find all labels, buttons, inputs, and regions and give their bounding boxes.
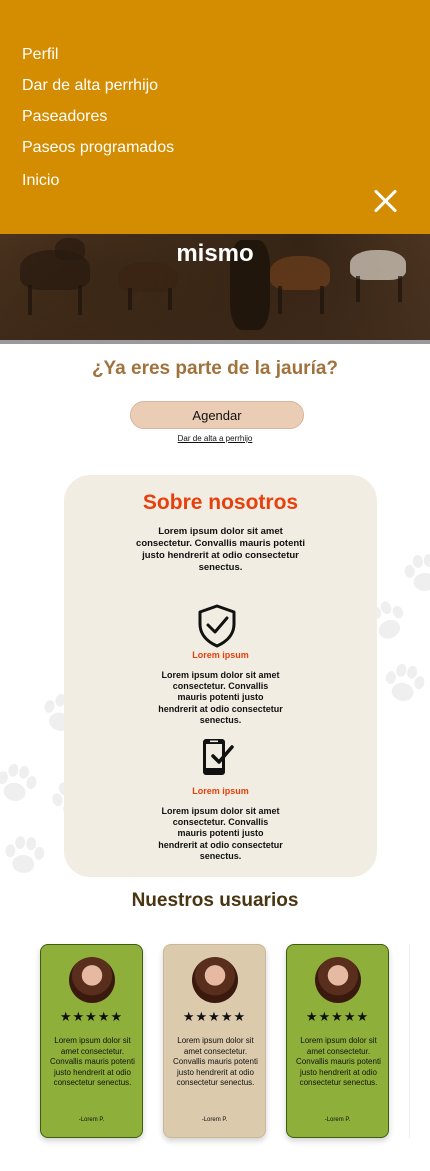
rating-stars: ★★★★★ [59, 1009, 124, 1024]
paw-icon [398, 548, 430, 600]
hero-divider [0, 340, 430, 344]
about-card: Sobre nosotros Lorem ipsum dolor sit ame… [64, 475, 377, 877]
avatar [192, 957, 238, 1003]
register-pet-link[interactable]: Dar de alta a perrhijo [0, 434, 430, 443]
users-section-title: Nuestros usuarios [131, 890, 299, 911]
avatar [315, 957, 361, 1003]
membership-question: ¿Ya eres parte de la jauría? [91, 358, 339, 379]
phone-check-icon [201, 737, 235, 777]
nav-menu: Perfil Dar de alta perrhijo Paseadores P… [0, 0, 430, 234]
testimonial-card: ★★★★★ Lorem ipsum dolor sit amet consect… [163, 944, 266, 1138]
menu-item-inicio[interactable]: Inicio [22, 172, 59, 190]
rating-stars: ★★★★★ [182, 1009, 247, 1024]
carousel-next-card-edge[interactable] [409, 944, 430, 1138]
feature-label: Lorem ipsum [192, 786, 249, 796]
testimonial-author: -Lorem P. [78, 1117, 105, 1123]
hero-title: mismo [176, 240, 254, 267]
paw-icon [376, 656, 430, 712]
menu-item-paseos-programados[interactable]: Paseos programados [22, 139, 174, 157]
avatar [69, 957, 115, 1003]
testimonial-text: Lorem ipsum dolor sit amet consectetur. … [50, 1036, 135, 1087]
paw-icon [0, 756, 44, 812]
about-text: Lorem ipsum dolor sit amet consectetur. … [136, 526, 305, 573]
testimonial-card: ★★★★★ Lorem ipsum dolor sit amet consect… [286, 944, 389, 1138]
menu-item-perfil[interactable]: Perfil [22, 46, 58, 64]
feature-label: Lorem ipsum [192, 650, 249, 660]
agendar-button[interactable]: Agendar [130, 401, 304, 429]
testimonial-author: -Lorem P. [201, 1117, 228, 1123]
feature-text: Lorem ipsum dolor sit amet consectetur. … [158, 806, 283, 861]
testimonial-text: Lorem ipsum dolor sit amet consectetur. … [173, 1036, 258, 1087]
testimonial-card: ★★★★★ Lorem ipsum dolor sit amet consect… [40, 944, 143, 1138]
close-icon[interactable] [373, 188, 399, 214]
feature-text: Lorem ipsum dolor sit amet consectetur. … [158, 670, 283, 725]
shield-check-icon [197, 604, 237, 648]
paw-icon [0, 830, 50, 882]
rating-stars: ★★★★★ [305, 1009, 370, 1024]
testimonial-author: -Lorem P. [324, 1117, 351, 1123]
about-title: Sobre nosotros [142, 491, 299, 514]
menu-item-paseadores[interactable]: Paseadores [22, 108, 107, 126]
testimonial-text: Lorem ipsum dolor sit amet consectetur. … [296, 1036, 381, 1087]
menu-item-dar-de-alta-perrhijo[interactable]: Dar de alta perrhijo [22, 77, 158, 95]
